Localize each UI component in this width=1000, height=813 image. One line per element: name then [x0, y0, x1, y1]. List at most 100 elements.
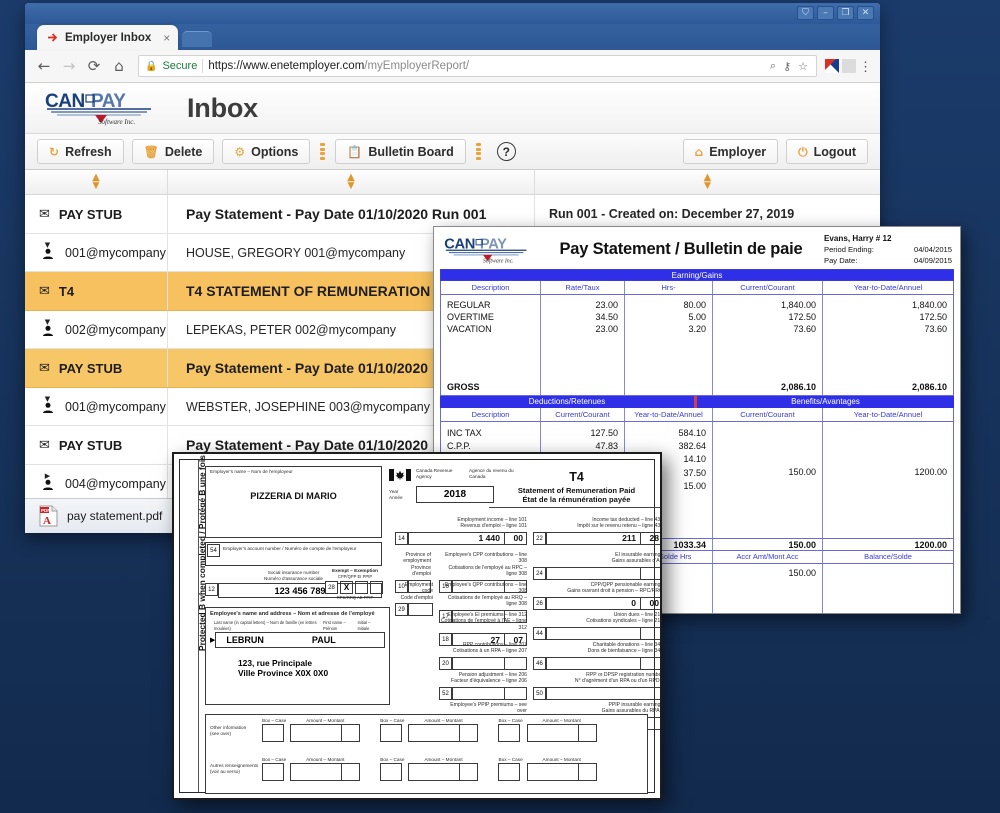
box-22-dollars[interactable]: 211 [547, 533, 640, 543]
expand-person-group[interactable]: ▶ [39, 473, 56, 493]
cell: 23.00 [595, 324, 618, 334]
employee-name-row[interactable]: LEBRUN PAUL [215, 632, 385, 648]
new-tab-button[interactable] [182, 31, 213, 47]
sin-value[interactable]: 123 456 789 [274, 586, 325, 596]
t4-box-26: CPP/QPP pensionable earnings Gains ouvra… [533, 582, 662, 610]
other-info-group-6: Box – Case Amount – Montant [498, 757, 597, 795]
download-filename: pay statement.pdf [67, 509, 163, 523]
back-arrow-icon[interactable]: ← [33, 55, 55, 77]
employee-address-field[interactable]: Employee's name and address – Nom et adr… [205, 607, 390, 705]
employer-account-field[interactable]: 54 Employer's account number / Numéro de… [205, 542, 382, 566]
t4-form-code: T4 [569, 470, 584, 484]
expand-person-group[interactable]: ▼ [39, 396, 56, 416]
user-profile-icon[interactable]: ⛉ [797, 6, 814, 20]
close-icon[interactable]: × [157, 31, 170, 45]
address-bar[interactable]: 🔒 Secure https://www.enetemployer.com/my… [138, 55, 817, 77]
box-22-cents[interactable]: 28 [640, 532, 660, 544]
row-type-cell: ✉ PAY STUB [25, 349, 168, 387]
box-14-label-fr: Revenus d'emploi – ligne 101 [460, 523, 527, 530]
deductions-band: Deductions/Retenues [440, 396, 694, 408]
maximize-button[interactable]: ❐ [837, 6, 854, 20]
agency-en-label: Canada Revenue Agency [416, 468, 453, 479]
minimize-button[interactable]: – [817, 6, 834, 20]
benefits-total-current: 150.00 [713, 539, 823, 550]
year-value[interactable]: 2018 [416, 486, 494, 503]
box-50-value[interactable] [546, 686, 660, 700]
box-18-label-fr: Cotisations de l'employé à l'AE – ligne … [440, 618, 527, 631]
row-address: 004@mycompany [65, 476, 166, 491]
other-info-group-4: Box – Case Amount – Montant [262, 757, 361, 795]
box-26-label-fr: Gains ouvrant droit à pension – RPC/RRQ [567, 588, 662, 595]
column-header-type[interactable]: ▲ ▼ [25, 170, 168, 194]
box-29-value[interactable] [408, 603, 433, 617]
row-type-label: T4 [58, 283, 75, 299]
row-type-label: PAY STUB [58, 360, 123, 376]
t4-box-14: Employment income – line 101 Revenus d'e… [395, 517, 527, 545]
download-item-pay-statement[interactable]: PDF A pay statement.pdf ˄ [33, 503, 190, 530]
search-icon[interactable]: ⌕ [770, 59, 776, 73]
pay-statement-title: Pay Statement / Bulletin de paie [559, 240, 803, 258]
forward-arrow-icon[interactable]: → [58, 55, 80, 77]
column-header-info[interactable]: ▲ ▼ [535, 170, 880, 194]
earnings-rows: REGULAR OVERTIME VACATION GROSS 23.00 34… [440, 295, 954, 396]
row-address: 001@mycompany [65, 399, 166, 414]
logout-button[interactable]: ⏻ Logout [786, 139, 868, 164]
extension-icon[interactable] [825, 59, 839, 73]
person-icon [42, 248, 54, 262]
close-button[interactable]: ✕ [857, 6, 874, 20]
box-44-cents[interactable] [640, 627, 660, 639]
exempt-ppip-checkbox[interactable] [370, 581, 383, 594]
employer-name-field[interactable]: Employer's name – Nom de l'employeur PIZ… [205, 466, 382, 538]
row-employee: HOUSE, GREGORY 001@mycompany [186, 245, 406, 260]
reload-icon[interactable]: ⟳ [83, 55, 105, 77]
expand-person-group[interactable]: ▼ [39, 319, 56, 339]
cell: 34.50 [595, 312, 618, 322]
box-14-dollars[interactable]: 1 440 [409, 533, 504, 543]
box-26-dollars[interactable]: 0 [547, 598, 640, 608]
exempt-cpp-checkbox[interactable]: X [340, 581, 353, 594]
gross-label: GROSS [447, 382, 480, 392]
employee-address-line1: 123, rue Principale [238, 658, 313, 668]
home-icon[interactable]: ⌂ [108, 55, 130, 77]
refresh-button[interactable]: ↻ Refresh [37, 139, 124, 164]
help-icon[interactable]: ? [496, 142, 516, 161]
box-24-cents[interactable] [640, 567, 660, 579]
other-info-group-1: Box – Case Amount – Montant [262, 718, 361, 755]
column-header-subject[interactable]: ▲ ▼ [168, 170, 535, 194]
benefits-band-wrap: Benefits/Avantages [697, 396, 954, 408]
box-20-cents[interactable] [504, 657, 526, 669]
earnings-description-col: REGULAR OVERTIME VACATION GROSS [441, 295, 541, 395]
refresh-label: Refresh [65, 144, 112, 159]
svg-text:Software Inc.: Software Inc. [483, 258, 514, 265]
star-icon[interactable]: ☆ [798, 60, 808, 73]
toolbar-grip-2[interactable] [475, 143, 481, 160]
omnibox-actions: ⌕ ⚷ ☆ [770, 59, 810, 73]
t4-form-window[interactable]: Protected B when completed / Protégé B u… [172, 452, 662, 800]
box-52-cents[interactable] [504, 687, 526, 699]
canpay-logo: CAN PAY Software Inc. [442, 234, 538, 265]
deductions-benefits-headers: Description Current/Courant Year-to-Date… [441, 408, 953, 422]
toolbar-grip-1[interactable] [320, 143, 326, 160]
box-46-cents[interactable] [640, 657, 660, 669]
expand-person-group[interactable]: ▼ [39, 242, 56, 262]
browser-tab-employer-inbox[interactable]: Employer Inbox × [37, 25, 179, 50]
box-case-label: Box – Case [380, 718, 405, 723]
extension-placeholder-icon[interactable] [842, 59, 856, 73]
box-14-cents[interactable]: 00 [504, 532, 526, 544]
t4-box-24: EI insurable earnings Gains assurables d… [533, 552, 660, 580]
browser-menu-icon[interactable]: ⋮ [859, 60, 872, 73]
gear-icon: ⚙ [234, 144, 246, 159]
t4-protected-side-strip: Protected B when completed / Protégé B u… [180, 454, 207, 792]
bulletin-board-button[interactable]: 📋 Bulletin Board [335, 139, 466, 164]
delete-button[interactable]: 🗑 Delete [131, 139, 215, 164]
options-button[interactable]: ⚙ Options [222, 139, 311, 164]
box-case-label: Box – Case [262, 718, 287, 723]
row-subject: Pay Statement - Pay Date 01/10/2020 Run … [186, 206, 487, 222]
exempt-ei-checkbox[interactable] [355, 581, 368, 594]
box-26-cents[interactable]: 00 [640, 597, 660, 609]
box-case-label: Box – Case [498, 757, 523, 762]
key-icon[interactable]: ⚷ [783, 60, 791, 73]
svg-text:PDF: PDF [41, 508, 50, 513]
pay-statement-header: CAN PAY Software Inc. Pay Statement / Bu… [434, 227, 960, 269]
employer-button[interactable]: ⌂ Employer [682, 139, 779, 164]
